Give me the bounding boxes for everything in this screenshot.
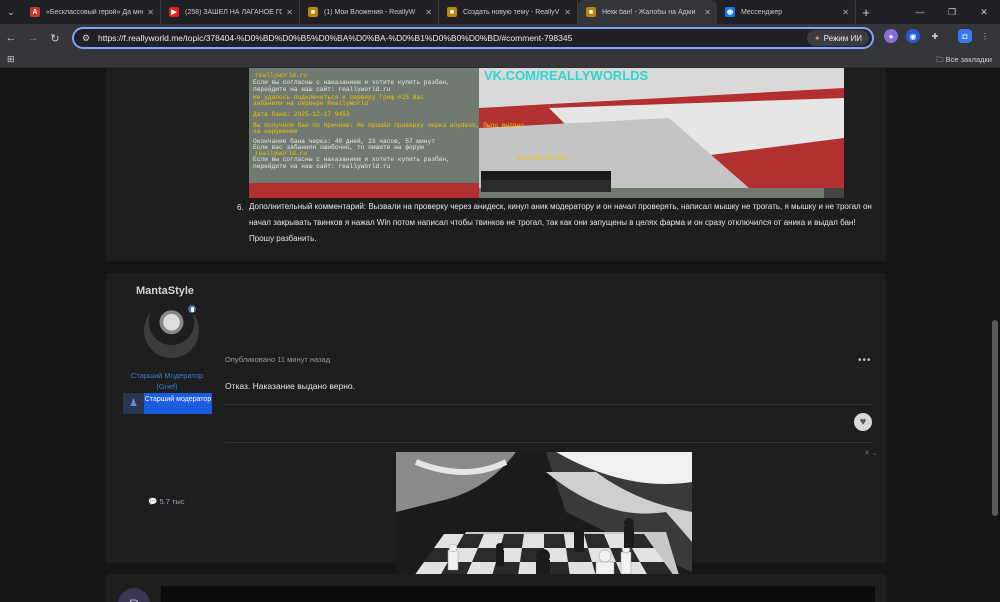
status-badge [186,303,198,315]
screenshot-line: Если вы согласны с наказанием и хотите к… [253,79,450,86]
tab-search-chevron-icon[interactable]: ⌄ [0,0,22,24]
menu-kebab-icon[interactable]: ⋮ [978,29,992,43]
tab-title: (258) ЗАШЕЛ НА ЛАГАНОЕ ГОЕ [185,8,283,16]
restore-icon[interactable]: ❐ [936,0,968,24]
tab-close-icon[interactable]: ✕ [147,8,154,17]
browser-tab[interactable]: A «Бесклассовый герой» Да мне ✕ [22,0,161,24]
extensions-puzzle-icon[interactable]: ✚ [928,29,942,43]
window-controls: — ❐ ✕ [904,0,1000,24]
site-info-icon[interactable]: ⚙ [82,33,92,43]
extension-icon[interactable]: ◉ [906,29,920,43]
heart-react-icon[interactable]: ♥ [854,413,872,431]
browser-tab[interactable]: ◉ Мессенджер ✕ [717,0,856,24]
forum-page: VK.COM/REALLYWORLDS reallyworld.ru Если в… [0,68,1000,602]
tab-close-icon[interactable]: ✕ [704,8,711,17]
tab-close-icon[interactable]: ✕ [842,8,849,17]
list-item-number: 6. [237,203,244,212]
tab-favicon-icon: ■ [586,7,596,17]
tab-favicon-icon: ◉ [725,7,735,17]
rank-server: (Grief) [156,382,178,391]
scrollbar-thumb[interactable] [992,320,998,516]
bookmarks-bar: ⊞ 🗀 Все закладки [0,52,1000,68]
signature-close-icon[interactable]: ✕ ⌄ [864,449,878,457]
forward-icon[interactable]: → [22,24,44,52]
ai-sparkle-icon: ✦ [813,33,821,43]
author-name[interactable]: MantaStyle [106,285,224,297]
tab-close-icon[interactable]: ✕ [564,8,571,17]
tab-title: Мессенджер [741,8,783,16]
original-post: VK.COM/REALLYWORLDS reallyworld.ru Если в… [106,68,886,261]
close-window-icon[interactable]: ✕ [968,0,1000,24]
browser-tab[interactable]: ■ Создать новую тему - ReallyV ✕ [439,0,578,24]
address-bar[interactable]: ⚙ https://f.reallyworld.me/topic/378404-… [72,27,874,49]
user-rank: Старший Модератор (Grief) [106,370,228,392]
screenshot-line: Если вы согласны с наказанием и хотите к… [253,156,450,163]
chessboard-square [522,534,544,548]
tab-title: «Бесклассовый герой» Да мне [46,8,144,16]
rank-badge: ♟ Старший модератор [123,393,212,414]
page-scrollbar[interactable] [992,68,998,602]
divider [225,442,873,443]
tab-title: (1) Мои Вложения - ReallyW [324,8,416,16]
post-timestamp[interactable]: Опубликовано 11 минут назад [225,355,330,364]
url-text[interactable]: https://f.reallyworld.me/topic/378404-%D… [98,33,807,43]
tab-favicon-icon: A [30,7,40,17]
screenshot-line: reallyworld.ru [255,72,307,79]
rank-badge-label: Старший модератор [144,393,212,414]
tab-strip: ⌄ A «Бесклассовый герой» Да мне ✕ ▶ (258) ЗА… [0,0,1000,24]
screenshot-line: забанили на сервере ReallyWorld [253,100,368,107]
tab-close-icon[interactable]: ✕ [286,8,293,17]
browser-tab[interactable]: ■ (1) Мои Вложения - ReallyW ✕ [300,0,439,24]
new-tab-button[interactable]: + [856,5,876,20]
back-icon[interactable]: ← [0,24,22,52]
screenshot-line: перейдите на наш сайт: reallyworld.ru [253,163,391,170]
all-bookmarks[interactable]: 🗀 Все закладки [936,54,992,67]
browser-tab[interactable]: ■ Некк бан! - Жалобы на Адми ✕ [578,0,717,24]
screenshot-line: перейдите на наш сайт: reallyworld.ru [253,86,391,93]
extension-icon[interactable]: ● [884,29,898,43]
rank-title: Старший Модератор [130,371,204,380]
avatar[interactable]: R [118,588,150,602]
ban-screenshot: VK.COM/REALLYWORLDS reallyworld.ruЕсли в… [249,68,844,198]
moderator-reply: MantaStyle Старший Модератор (Grief) ♟ С… [106,273,886,602]
tab-title: Создать новую тему - ReallyV [463,8,560,16]
browser-toolbar: ← → ↻ ⚙ https://f.reallyworld.me/topic/3… [0,24,1000,52]
profile-icon[interactable]: ◘ [958,29,972,43]
next-post-content [161,586,875,602]
post-body: Отказ. Наказание выдано верно. [225,381,355,391]
screenshot-hud: [КОЛ-ВО 10] 100 [517,155,567,162]
screenshot-line: Дата бана: 2025-12-17 9453 [253,111,350,118]
reputation: 💬 5.7 тыс [148,497,185,506]
ai-mode-button[interactable]: ✦ Режим ИИ [806,30,869,46]
divider [225,404,873,405]
additional-comment: Дополнительный комментарий: Вызвали на п… [249,202,872,243]
minimize-icon[interactable]: — [904,0,936,24]
apps-grid-icon[interactable]: ⊞ [7,54,15,65]
browser-tab[interactable]: ▶ (258) ЗАШЕЛ НА ЛАГАНОЕ ГОЕ ✕ [161,0,300,24]
tab-favicon-icon: ▶ [169,7,179,17]
screenshot-brand: VK.COM/REALLYWORLDS [484,68,649,83]
all-bookmarks-label: Все закладки [945,55,992,64]
tab-close-icon[interactable]: ✕ [425,8,432,17]
moderator-icon: ♟ [123,393,144,414]
tab-favicon-icon: ■ [308,7,318,17]
reload-icon[interactable]: ↻ [44,24,66,52]
post-options-icon[interactable]: ••• [858,355,872,366]
ai-mode-label: Режим ИИ [823,33,862,43]
tab-title: Некк бан! - Жалобы на Адми [602,8,696,16]
screenshot-line: за нарушение [253,128,298,135]
tab-favicon-icon: ■ [447,7,457,17]
reputation-count: 5.7 тыс [159,497,185,506]
next-post: R [106,574,886,602]
chessboard-square [544,534,566,548]
